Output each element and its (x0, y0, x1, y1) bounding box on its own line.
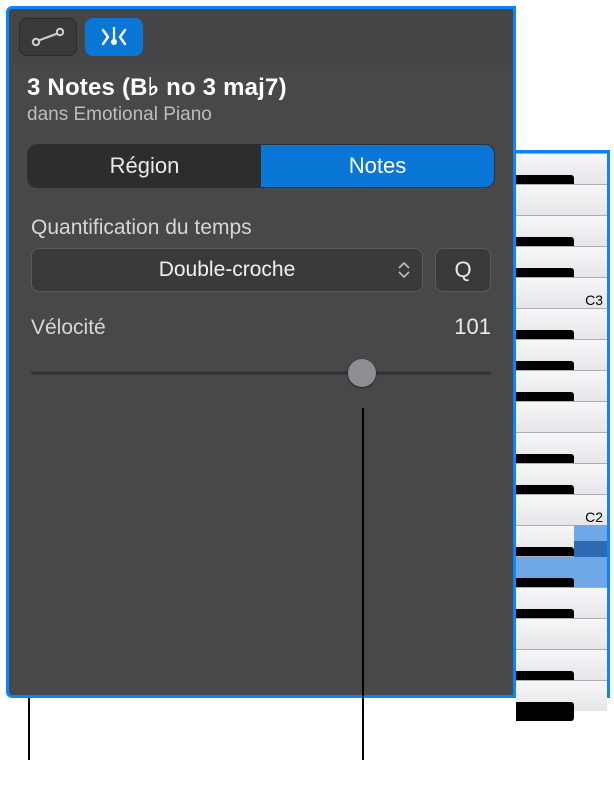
velocity-value[interactable]: 101 (454, 314, 491, 340)
selection-title: 3 Notes (B♭ no 3 maj7) (27, 73, 495, 102)
white-key[interactable] (516, 618, 607, 649)
title-block: 3 Notes (B♭ no 3 maj7) dans Emotional Pi… (9, 65, 513, 138)
octave-label: C3 (585, 292, 603, 308)
callout-line (362, 408, 364, 760)
toolbar (9, 9, 513, 65)
octave-label: C2 (585, 509, 603, 525)
catch-tool-button[interactable] (85, 18, 143, 56)
chevron-updown-icon (398, 262, 410, 278)
time-quantize-label: Quantification du temps (31, 216, 491, 240)
slider-track (31, 372, 491, 375)
automation-icon (30, 26, 66, 48)
white-key[interactable] (516, 401, 607, 432)
time-quantize-value: Double-croche (159, 258, 296, 282)
inspector-panel: 3 Notes (B♭ no 3 maj7) dans Emotional Pi… (6, 6, 516, 698)
selected-note-highlight (574, 525, 607, 541)
automation-tool-button[interactable] (19, 18, 77, 56)
black-key[interactable] (516, 702, 574, 721)
quantize-button[interactable]: Q (435, 248, 491, 292)
selection-subtitle: dans Emotional Piano (27, 104, 495, 126)
velocity-label: Vélocité (31, 316, 106, 340)
white-key[interactable] (516, 184, 607, 215)
piano-ruler[interactable]: C3 C2 (516, 150, 610, 698)
selected-note-highlight (574, 541, 607, 557)
catch-icon (96, 24, 132, 50)
velocity-slider[interactable] (31, 358, 491, 388)
tab-region[interactable]: Région (28, 145, 261, 187)
tab-notes[interactable]: Notes (261, 145, 494, 187)
inspector-tabs: Région Notes (27, 144, 495, 188)
callout-line (28, 698, 30, 760)
time-quantize-popup[interactable]: Double-croche (31, 248, 423, 292)
notes-section: Quantification du temps Double-croche Q … (9, 188, 513, 388)
slider-thumb[interactable] (348, 359, 376, 387)
